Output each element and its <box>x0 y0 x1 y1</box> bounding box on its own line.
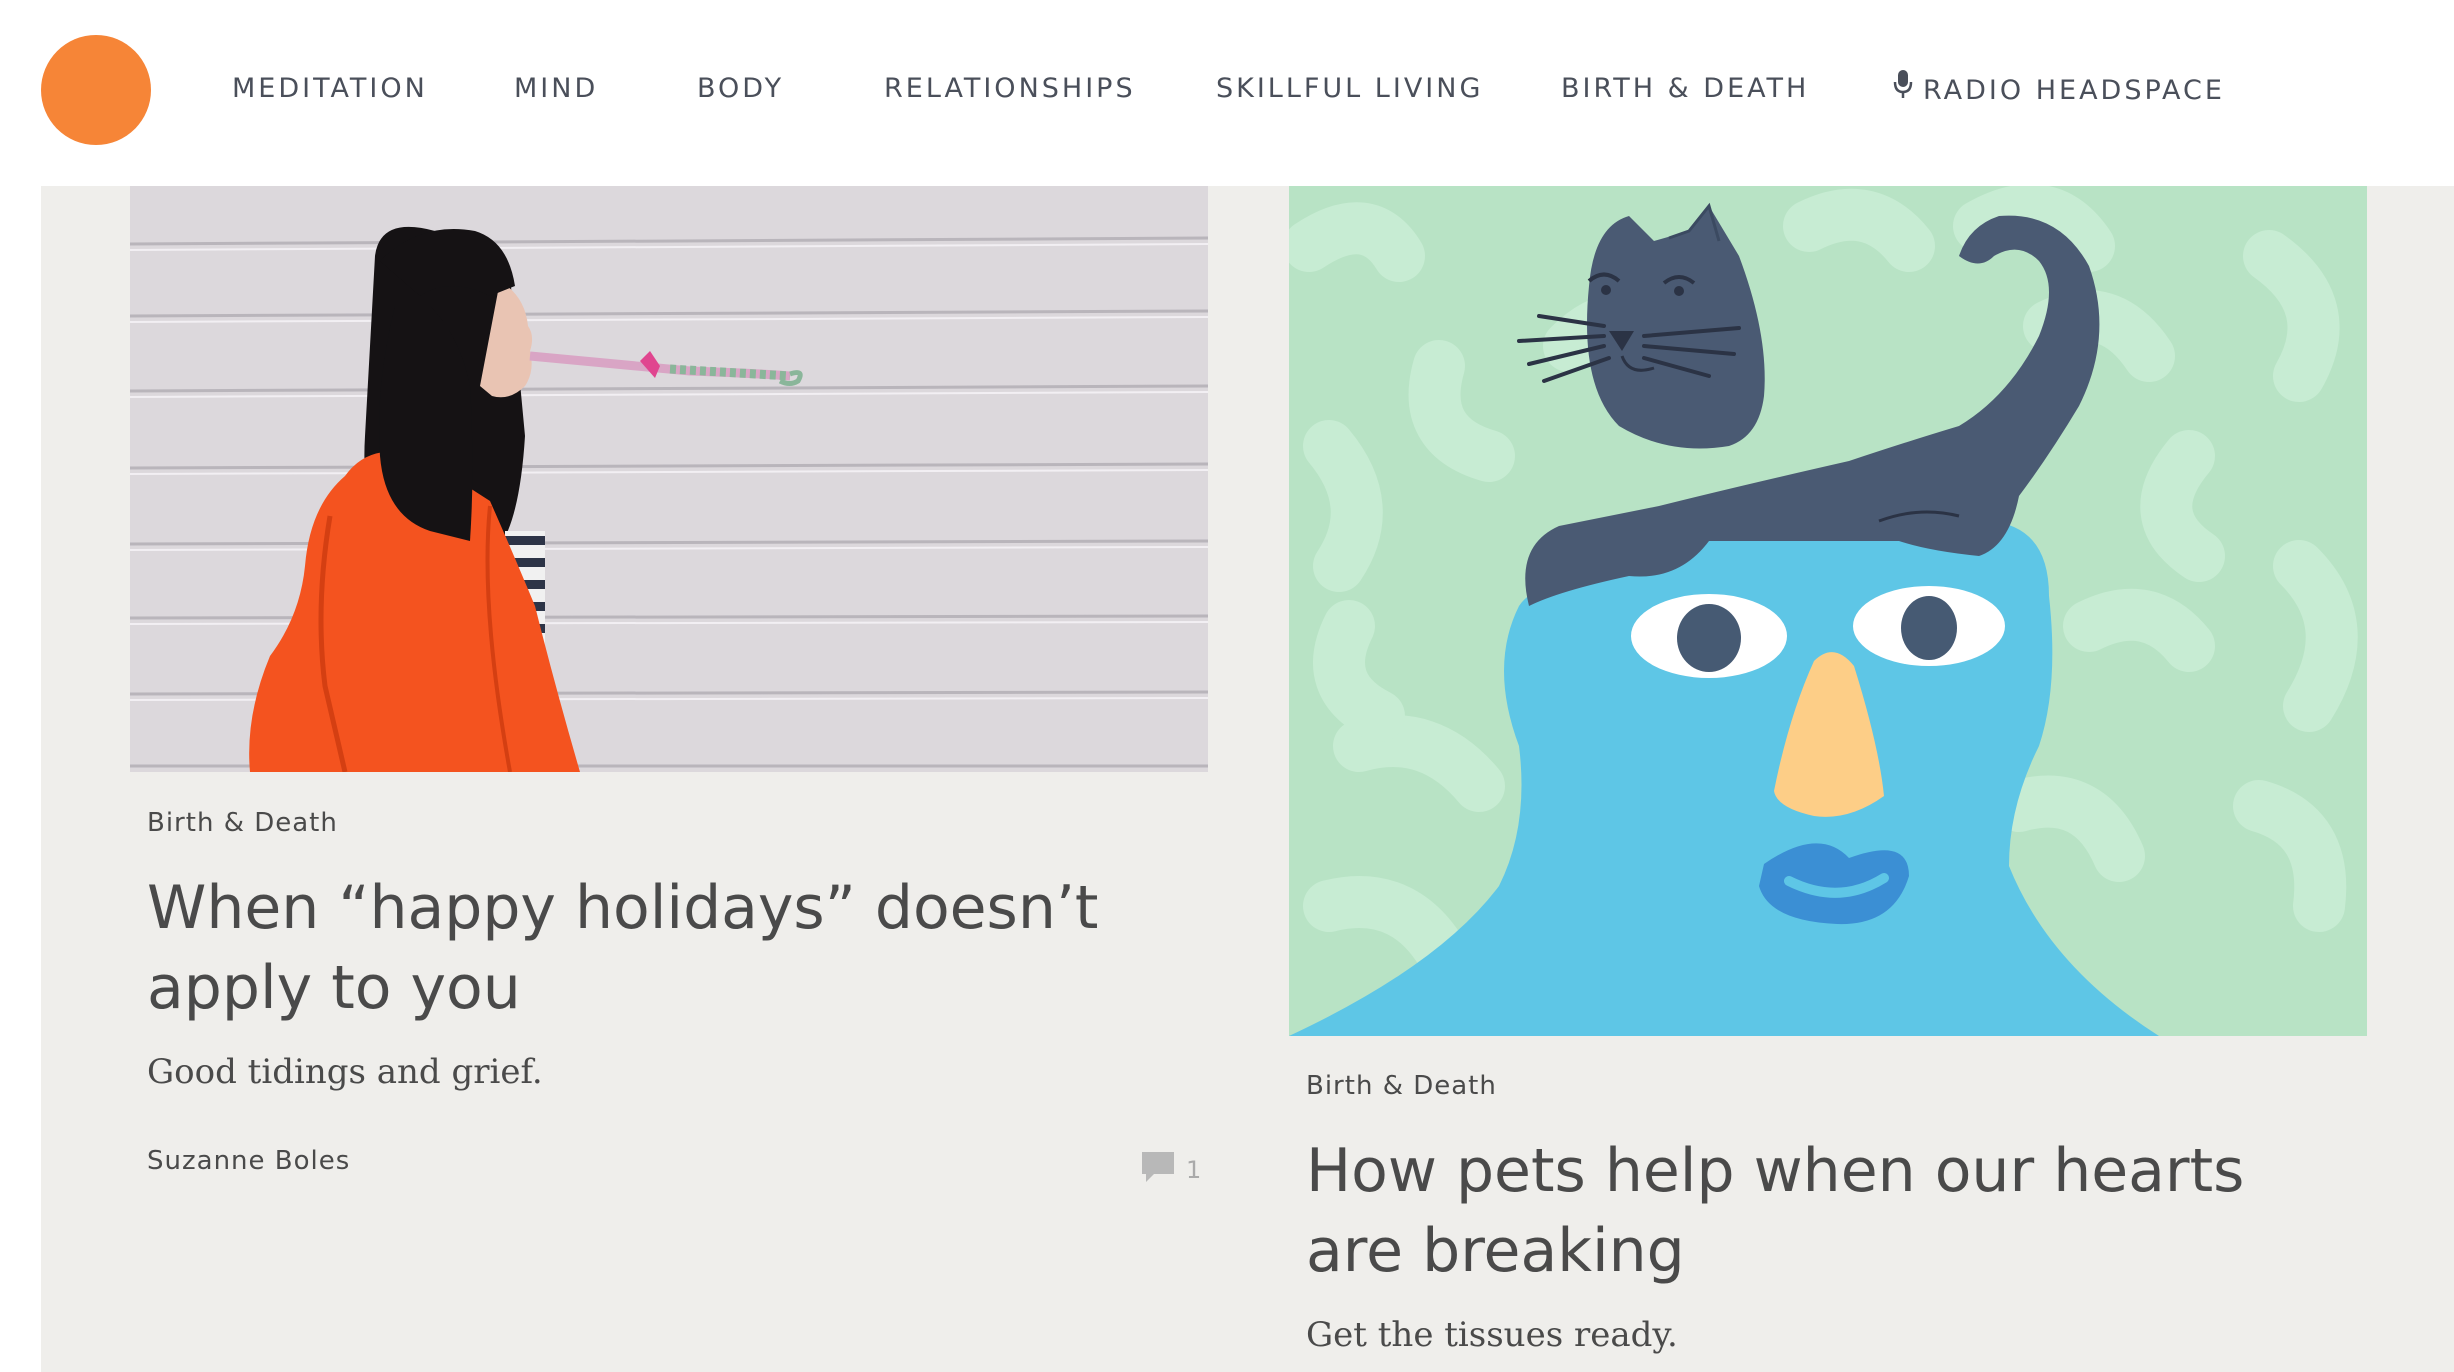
article-subtitle: Get the tissues ready. <box>1306 1315 1678 1355</box>
nav-item-label: RADIO HEADSPACE <box>1923 75 2225 106</box>
comment-bubble-icon <box>1140 1150 1176 1190</box>
nav-item-mind[interactable]: MIND <box>514 72 598 106</box>
microphone-icon <box>1893 69 1913 108</box>
article-subtitle: Good tidings and grief. <box>147 1052 543 1092</box>
nav-item-meditation[interactable]: MEDITATION <box>232 72 428 106</box>
comment-count: 1 <box>1186 1156 1202 1184</box>
article-title[interactable]: When “happy holidays” doesn’t apply to y… <box>147 868 1197 1028</box>
nav-item-body[interactable]: BODY <box>697 72 784 106</box>
article-title[interactable]: How pets help when our hearts are breaki… <box>1306 1131 2356 1291</box>
headspace-logo[interactable] <box>41 35 151 145</box>
nav-item-radio-headspace[interactable]: RADIO HEADSPACE <box>1893 69 2225 111</box>
nav-item-skillful-living[interactable]: SKILLFUL LIVING <box>1216 72 1483 106</box>
article-category[interactable]: Birth & Death <box>147 808 338 838</box>
top-navigation: MEDITATION MIND BODY RELATIONSHIPS SKILL… <box>0 0 2454 186</box>
article-category[interactable]: Birth & Death <box>1306 1071 1497 1101</box>
nav-item-birth-death[interactable]: BIRTH & DEATH <box>1561 72 1809 106</box>
article-author[interactable]: Suzanne Boles <box>147 1146 350 1176</box>
article-image-party-blower[interactable] <box>130 186 1208 772</box>
article-image-cat-illustration[interactable] <box>1289 186 2367 1036</box>
nav-item-relationships[interactable]: RELATIONSHIPS <box>884 72 1136 106</box>
comments-link[interactable]: 1 <box>1140 1150 1201 1190</box>
